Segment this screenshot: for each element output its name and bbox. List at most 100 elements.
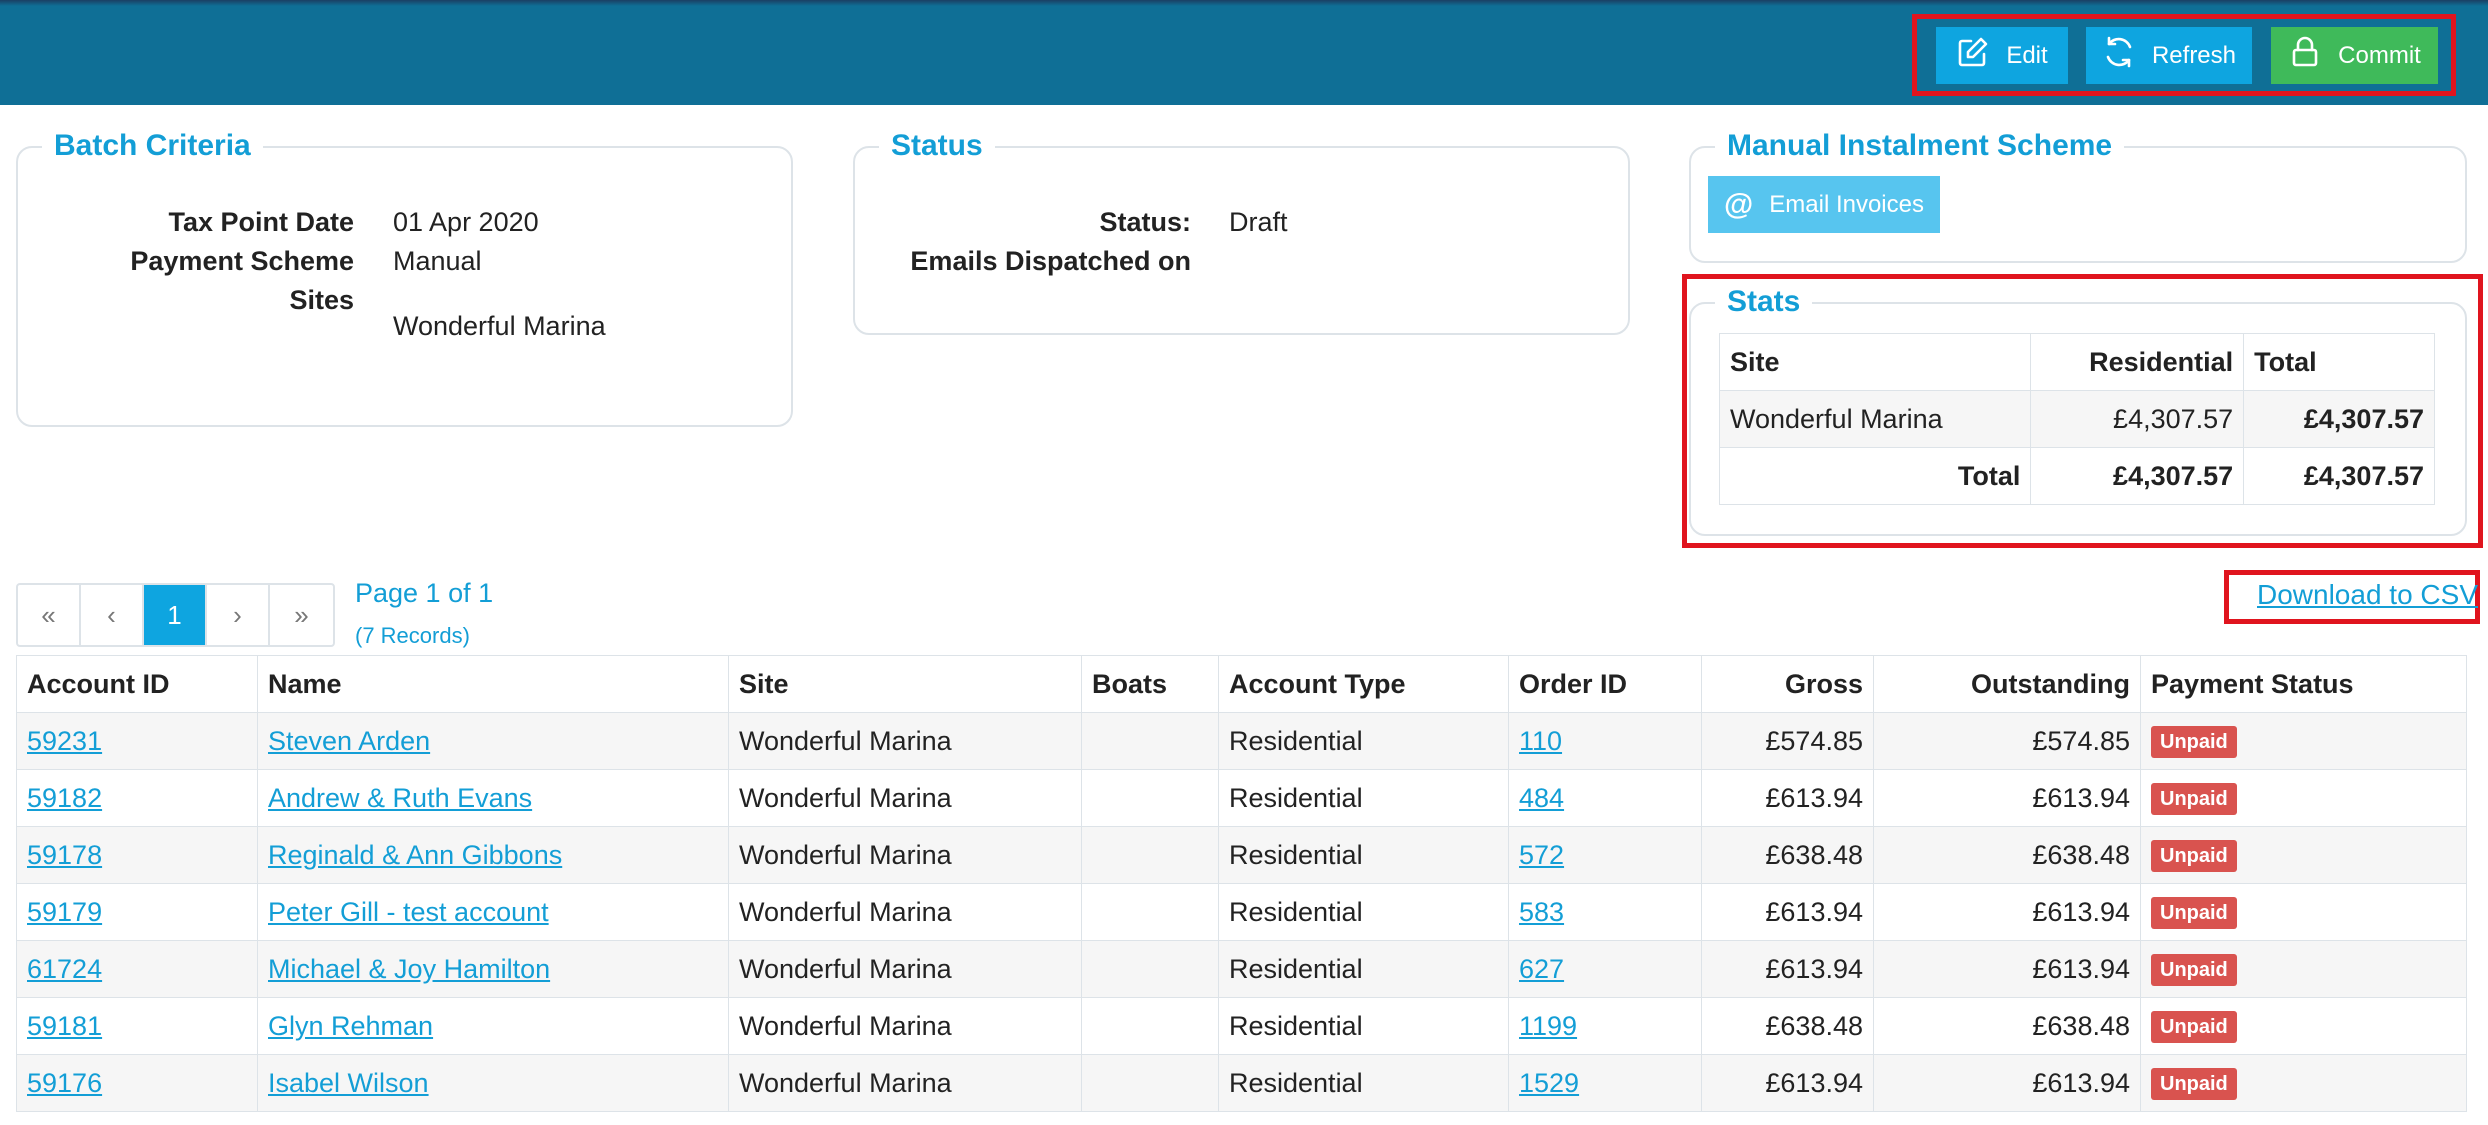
order-id-link[interactable]: 572 — [1519, 840, 1564, 870]
order-id-link[interactable]: 484 — [1519, 783, 1564, 813]
boats-cell — [1081, 1054, 1219, 1112]
account-id-link[interactable]: 61724 — [27, 954, 102, 984]
edit-button[interactable]: Edit — [1936, 27, 2068, 84]
sites-value: Wonderful Marina — [393, 311, 606, 341]
name-cell: Michael & Joy Hamilton — [257, 940, 729, 998]
table-row: 59178 Reginald & Ann Gibbons Wonderful Mar… — [16, 826, 2467, 884]
name-cell: Peter Gill - test account — [257, 883, 729, 941]
account-id-cell: 59231 — [16, 712, 258, 770]
account-id-link[interactable]: 59182 — [27, 783, 102, 813]
order-id-link[interactable]: 627 — [1519, 954, 1564, 984]
pagination: « ‹ 1 › » — [16, 583, 335, 647]
col-site[interactable]: Site — [728, 655, 1082, 713]
account-name-link[interactable]: Steven Arden — [268, 726, 430, 756]
account-id-cell: 59179 — [16, 883, 258, 941]
gross-cell: £638.48 — [1701, 997, 1874, 1055]
pagination-last[interactable]: » — [270, 585, 333, 645]
stats-row: Wonderful Marina £4,307.57 £4,307.57 — [1718, 390, 2435, 448]
payment-status-cell: Unpaid — [2140, 1054, 2467, 1112]
table-row: 59176 Isabel Wilson Wonderful Marina Reside… — [16, 1054, 2467, 1112]
manual-instalment-scheme-title: Manual Instalment Scheme — [1715, 126, 2125, 166]
account-id-link[interactable]: 59178 — [27, 840, 102, 870]
boats-cell — [1081, 883, 1219, 941]
table-row: 59231 Steven Arden Wonderful Marina Residen… — [16, 712, 2467, 770]
account-id-link[interactable]: 59179 — [27, 897, 102, 927]
email-invoices-label: Email Invoices — [1769, 190, 1924, 218]
tax-point-date-label: Tax Point Date — [168, 207, 354, 237]
stats-header-residential: Residential — [2030, 333, 2245, 391]
account-name-link[interactable]: Michael & Joy Hamilton — [268, 954, 550, 984]
table-row: 59181 Glyn Rehman Wonderful Marina Resident… — [16, 997, 2467, 1055]
account-id-link[interactable]: 59231 — [27, 726, 102, 756]
account-id-cell: 61724 — [16, 940, 258, 998]
sites-label: Sites — [289, 285, 354, 315]
name-cell: Reginald & Ann Gibbons — [257, 826, 729, 884]
pagination-next[interactable]: › — [207, 585, 270, 645]
commit-button-label: Commit — [2338, 41, 2421, 69]
account-type-cell: Residential — [1218, 712, 1509, 770]
outstanding-cell: £613.94 — [1873, 1054, 2141, 1112]
at-icon: @ — [1724, 187, 1754, 221]
col-boats[interactable]: Boats — [1081, 655, 1219, 713]
stats-header-total: Total — [2243, 333, 2435, 391]
stats-total-label: Total — [1718, 447, 2032, 505]
table-header-row: Account ID Name Site Boats Account Type … — [16, 655, 2467, 713]
outstanding-cell: £574.85 — [1873, 712, 2141, 770]
site-cell: Wonderful Marina — [728, 1054, 1082, 1112]
name-cell: Andrew & Ruth Evans — [257, 769, 729, 827]
pagination-prev[interactable]: ‹ — [81, 585, 144, 645]
tax-point-date-value: 01 Apr 2020 — [393, 207, 539, 237]
order-id-link[interactable]: 1199 — [1519, 1011, 1577, 1041]
col-outstanding[interactable]: Outstanding — [1873, 655, 2141, 713]
pagination-page-1[interactable]: 1 — [144, 585, 207, 645]
gross-cell: £574.85 — [1701, 712, 1874, 770]
account-id-cell: 59182 — [16, 769, 258, 827]
outstanding-cell: £613.94 — [1873, 940, 2141, 998]
payment-scheme-value: Manual — [393, 246, 482, 276]
account-name-link[interactable]: Glyn Rehman — [268, 1011, 433, 1041]
col-name[interactable]: Name — [257, 655, 729, 713]
payment-status-cell: Unpaid — [2140, 940, 2467, 998]
boats-cell — [1081, 769, 1219, 827]
account-name-link[interactable]: Isabel Wilson — [268, 1068, 429, 1098]
refresh-button-label: Refresh — [2151, 41, 2237, 69]
order-id-link[interactable]: 583 — [1519, 897, 1564, 927]
status-badge: Unpaid — [2151, 1011, 2237, 1043]
download-csv-link[interactable]: Download to CSV — [2257, 579, 2478, 611]
status-badge: Unpaid — [2151, 726, 2237, 758]
col-gross[interactable]: Gross — [1701, 655, 1874, 713]
col-order-id[interactable]: Order ID — [1508, 655, 1702, 713]
col-account-type[interactable]: Account Type — [1218, 655, 1509, 713]
account-name-link[interactable]: Reginald & Ann Gibbons — [268, 840, 562, 870]
account-type-cell: Residential — [1218, 997, 1509, 1055]
pagination-first[interactable]: « — [18, 585, 81, 645]
stats-total-total: £4,307.57 — [2243, 447, 2435, 505]
refresh-button[interactable]: Refresh — [2086, 27, 2252, 84]
order-id-link[interactable]: 110 — [1519, 726, 1562, 756]
gross-cell: £613.94 — [1701, 940, 1874, 998]
order-id-cell: 572 — [1508, 826, 1702, 884]
records-count: (7 Records) — [355, 623, 470, 648]
email-invoices-button[interactable]: @ Email Invoices — [1708, 176, 1940, 233]
boats-cell — [1081, 940, 1219, 998]
status-label: Status: — [1099, 207, 1191, 237]
status-badge: Unpaid — [2151, 783, 2237, 815]
table-row: 59179 Peter Gill - test account Wonderful … — [16, 883, 2467, 941]
page-info: Page 1 of 1 — [355, 578, 494, 608]
order-id-link[interactable]: 1529 — [1519, 1068, 1579, 1098]
account-type-cell: Residential — [1218, 826, 1509, 884]
commit-button[interactable]: Commit — [2271, 27, 2438, 84]
col-account-id[interactable]: Account ID — [16, 655, 258, 713]
gross-cell: £613.94 — [1701, 883, 1874, 941]
boats-cell — [1081, 712, 1219, 770]
account-name-link[interactable]: Peter Gill - test account — [268, 897, 549, 927]
account-id-cell: 59176 — [16, 1054, 258, 1112]
payment-status-cell: Unpaid — [2140, 712, 2467, 770]
account-name-link[interactable]: Andrew & Ruth Evans — [268, 783, 532, 813]
stats-total-row: Total £4,307.57 £4,307.57 — [1718, 447, 2435, 505]
account-type-cell: Residential — [1218, 769, 1509, 827]
gross-cell: £613.94 — [1701, 769, 1874, 827]
account-id-link[interactable]: 59181 — [27, 1011, 102, 1041]
col-payment-status[interactable]: Payment Status — [2140, 655, 2467, 713]
account-id-link[interactable]: 59176 — [27, 1068, 102, 1098]
